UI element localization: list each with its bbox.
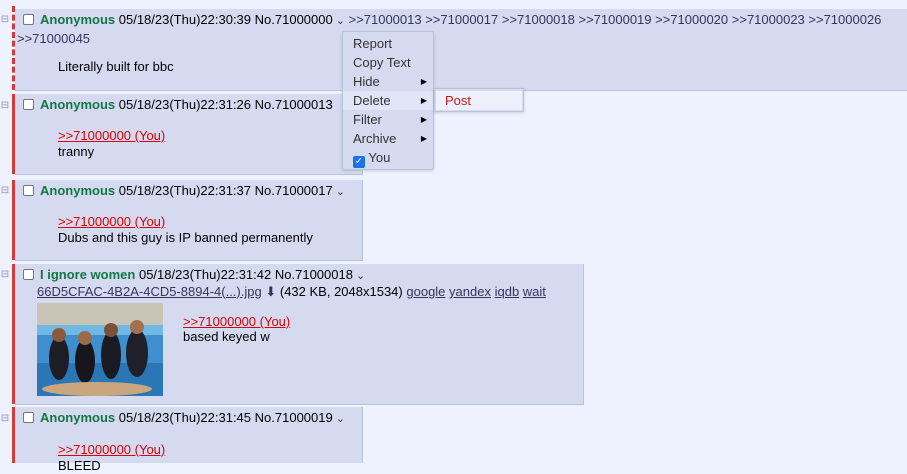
file-info: 66D5CFAC-4B2A-4CD5-8894-4(...).jpg ⬇ (43… bbox=[37, 284, 546, 300]
collapse-icon[interactable]: ⊟ bbox=[0, 413, 10, 425]
post-header: Anonymous 05/18/23(Thu)22:30:39 No.71000… bbox=[23, 12, 881, 29]
menu-item-copy-text[interactable]: Copy Text bbox=[343, 53, 433, 72]
post-context-menu: Report Copy Text Hide ▶ Delete ▶ Filter ▶ A… bbox=[342, 31, 434, 170]
post-checkbox[interactable] bbox=[23, 14, 34, 25]
iqdb-link[interactable]: iqdb bbox=[495, 284, 520, 299]
poster-name: Anonymous bbox=[40, 12, 116, 27]
post-checkbox[interactable] bbox=[23, 185, 34, 196]
arrow-right-icon: ▶ bbox=[420, 96, 427, 105]
wait-link[interactable]: wait bbox=[523, 284, 546, 299]
file-size: (432 KB, 2048x1534) bbox=[279, 284, 403, 299]
quote-link[interactable]: >>71000000 (You) bbox=[58, 214, 165, 230]
chevron-down-icon[interactable]: ⌄ bbox=[336, 413, 345, 425]
post: I ignore women 05/18/23(Thu)22:31:42 No.… bbox=[15, 264, 584, 405]
quote-link[interactable]: >>71000000 (You) bbox=[58, 128, 165, 144]
quote-link[interactable]: >>71000000 (You) bbox=[183, 314, 290, 330]
post-message: BLEED bbox=[58, 458, 101, 473]
post: Anonymous 05/18/23(Thu)22:30:39 No.71000… bbox=[15, 9, 907, 91]
delete-submenu: Post bbox=[434, 88, 524, 112]
backlinks[interactable]: >>71000013 >>71000017 >>71000018 >>71000… bbox=[349, 12, 882, 27]
post-header: Anonymous 05/18/23(Thu)22:31:45 No.71000… bbox=[23, 410, 345, 427]
post-datetime: 05/18/23(Thu)22:31:42 bbox=[138, 267, 272, 282]
post-number[interactable]: No.71000019 bbox=[255, 410, 333, 425]
menu-item-report[interactable]: Report bbox=[343, 34, 433, 53]
collapse-icon[interactable]: ⊟ bbox=[0, 269, 10, 281]
menu-item-hide[interactable]: Hide ▶ bbox=[343, 72, 433, 91]
you-checkbox[interactable]: ✓ bbox=[353, 156, 365, 168]
post-datetime: 05/18/23(Thu)22:30:39 bbox=[118, 12, 252, 27]
arrow-right-icon: ▶ bbox=[420, 134, 427, 143]
menu-item-delete[interactable]: Delete ▶ bbox=[343, 91, 433, 110]
post-number[interactable]: No.71000013 bbox=[255, 97, 333, 112]
yandex-link[interactable]: yandex bbox=[449, 284, 491, 299]
poster-name: Anonymous bbox=[40, 183, 116, 198]
post-message: Dubs and this guy is IP banned permanent… bbox=[58, 230, 313, 245]
you-label: You bbox=[368, 150, 391, 165]
chevron-down-icon[interactable]: ⌄ bbox=[336, 15, 345, 27]
post-datetime: 05/18/23(Thu)22:31:37 bbox=[118, 183, 252, 198]
chevron-down-icon[interactable]: ⌄ bbox=[336, 186, 345, 198]
post: Anonymous 05/18/23(Thu)22:31:26 No.71000… bbox=[15, 94, 363, 175]
post-header: I ignore women 05/18/23(Thu)22:31:42 No.… bbox=[23, 267, 365, 284]
post: Anonymous 05/18/23(Thu)22:31:45 No.71000… bbox=[15, 407, 363, 473]
post-datetime: 05/18/23(Thu)22:31:45 bbox=[118, 410, 252, 425]
menu-item-you[interactable]: ✓ You bbox=[343, 148, 433, 168]
post-message: tranny bbox=[58, 144, 95, 159]
quote-link[interactable]: >>71000000 (You) bbox=[58, 442, 165, 458]
submenu-item-post[interactable]: Post bbox=[436, 91, 522, 110]
post-datetime: 05/18/23(Thu)22:31:26 bbox=[118, 97, 252, 112]
arrow-right-icon: ▶ bbox=[420, 115, 427, 124]
backlink-wrap[interactable]: >>71000045 bbox=[17, 31, 90, 47]
menu-item-filter[interactable]: Filter ▶ bbox=[343, 110, 433, 129]
file-name-link[interactable]: 66D5CFAC-4B2A-4CD5-8894-4(...).jpg bbox=[37, 284, 262, 299]
poster-name: Anonymous bbox=[40, 97, 116, 112]
post-checkbox[interactable] bbox=[23, 412, 34, 423]
post-message: Literally built for bbc bbox=[58, 59, 174, 74]
download-icon[interactable]: ⬇ bbox=[265, 284, 276, 299]
post-number[interactable]: No.71000018 bbox=[275, 267, 353, 282]
post-thumbnail[interactable] bbox=[37, 303, 163, 396]
post-header: Anonymous 05/18/23(Thu)22:31:37 No.71000… bbox=[23, 183, 345, 200]
post-number[interactable]: No.71000000 bbox=[255, 12, 333, 27]
post-message: based keyed w bbox=[183, 329, 270, 344]
post-checkbox[interactable] bbox=[23, 269, 34, 280]
collapse-icon[interactable]: ⊟ bbox=[0, 100, 10, 112]
google-link[interactable]: google bbox=[406, 284, 445, 299]
post-number[interactable]: No.71000017 bbox=[255, 183, 333, 198]
collapse-icon[interactable]: ⊟ bbox=[0, 14, 10, 26]
post: Anonymous 05/18/23(Thu)22:31:37 No.71000… bbox=[15, 180, 363, 261]
collapse-icon[interactable]: ⊟ bbox=[0, 185, 10, 197]
poster-name: Anonymous bbox=[40, 410, 116, 425]
post-header: Anonymous 05/18/23(Thu)22:31:26 No.71000… bbox=[23, 97, 333, 113]
poster-name: I ignore women bbox=[40, 267, 136, 282]
menu-item-archive[interactable]: Archive ▶ bbox=[343, 129, 433, 148]
arrow-right-icon: ▶ bbox=[420, 77, 427, 86]
post-checkbox[interactable] bbox=[23, 99, 34, 110]
chevron-down-icon[interactable]: ⌄ bbox=[356, 270, 365, 282]
